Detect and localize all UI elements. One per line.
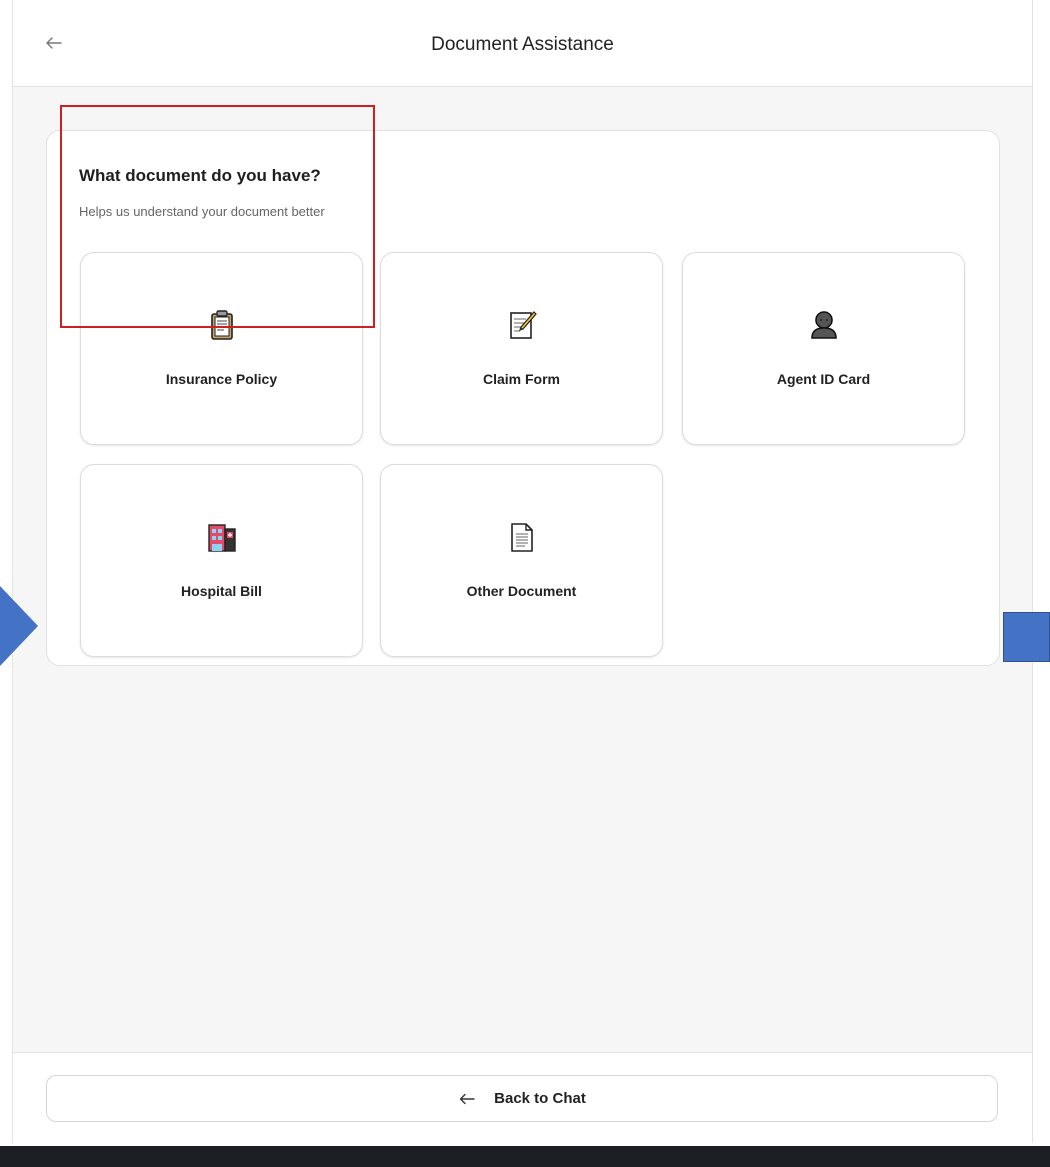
header: Document Assistance [13, 0, 1032, 87]
question-heading: What document do you have? [79, 166, 321, 185]
footer: Back to Chat [13, 1052, 1032, 1144]
option-claim-form[interactable]: Claim Form [380, 252, 663, 445]
question-subtitle: Helps us understand your document better [79, 204, 325, 219]
annotation-square-shape [1003, 612, 1050, 662]
back-to-chat-label: Back to Chat [494, 1090, 586, 1107]
option-label: Insurance Policy [165, 371, 278, 387]
option-label: Hospital Bill [181, 583, 262, 599]
clipboard-icon [210, 310, 233, 340]
back-to-chat-button[interactable]: Back to Chat [46, 1075, 998, 1122]
taskbar-strip [0, 1146, 1050, 1167]
option-other-document[interactable]: Other Document [380, 464, 663, 657]
option-insurance-policy[interactable]: Insurance Policy [80, 252, 363, 445]
option-label: Agent ID Card [776, 371, 871, 387]
app-window: Document Assistance What document do you… [12, 0, 1033, 1144]
page-title: Document Assistance [431, 34, 614, 55]
hospital-icon [207, 524, 236, 552]
option-hospital-bill[interactable]: Hospital Bill [80, 464, 363, 657]
document-type-card: What document do you have? Helps us unde… [46, 130, 1000, 666]
page-icon [510, 523, 533, 552]
person-bust-icon [810, 311, 837, 339]
option-label: Claim Form [482, 371, 560, 387]
arrow-left-icon [459, 1093, 475, 1104]
annotation-arrow-shape [0, 586, 38, 666]
option-label: Other Document [466, 583, 577, 599]
memo-pencil-icon [509, 311, 537, 339]
option-agent-id-card[interactable]: Agent ID Card [682, 252, 965, 445]
